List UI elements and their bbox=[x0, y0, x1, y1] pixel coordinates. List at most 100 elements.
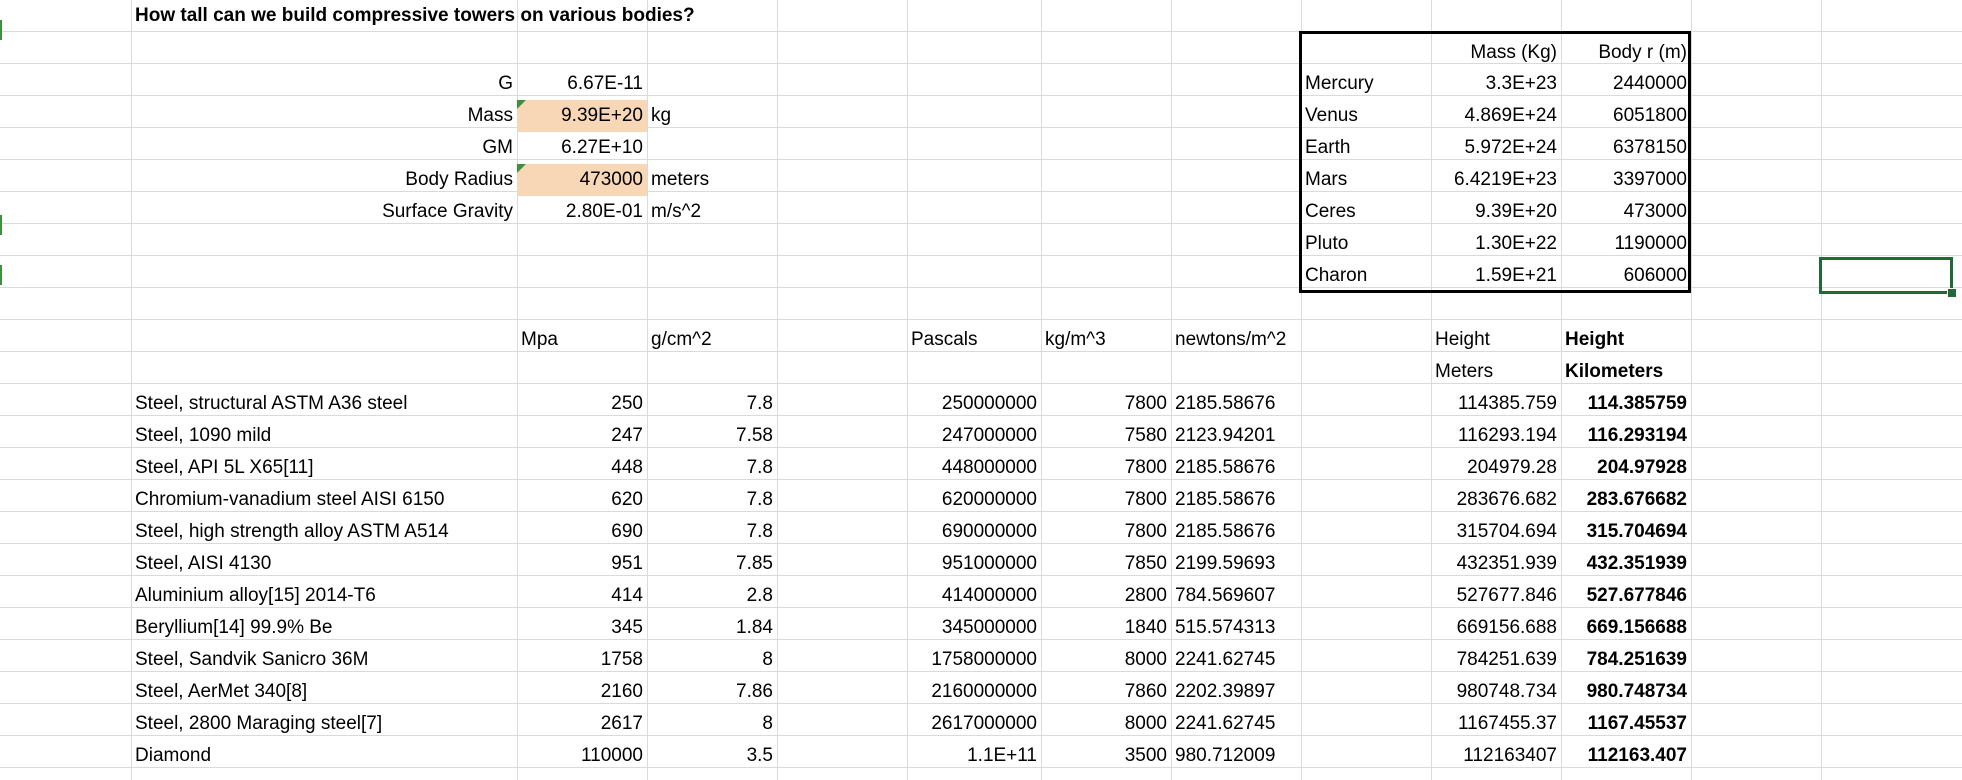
param-label[interactable]: Surface Gravity bbox=[131, 196, 517, 228]
planet-mass[interactable]: 1.59E+21 bbox=[1431, 260, 1561, 292]
param-label[interactable]: Mass bbox=[131, 100, 517, 132]
material-mpa[interactable]: 448 bbox=[517, 452, 647, 484]
material-density[interactable]: 7.8 bbox=[647, 516, 777, 548]
planet-name[interactable]: Venus bbox=[1301, 100, 1431, 132]
material-newtons[interactable]: 2185.58676 bbox=[1171, 516, 1301, 548]
param-unit[interactable]: m/s^2 bbox=[647, 196, 777, 228]
planet-name[interactable]: Charon bbox=[1301, 260, 1431, 292]
planet-mass[interactable]: 4.869E+24 bbox=[1431, 100, 1561, 132]
material-height-m[interactable]: 112163407 bbox=[1431, 740, 1561, 772]
material-pascals[interactable]: 345000000 bbox=[907, 612, 1041, 644]
material-kgm3[interactable]: 1840 bbox=[1041, 612, 1171, 644]
material-density[interactable]: 7.8 bbox=[647, 484, 777, 516]
material-name[interactable]: Diamond bbox=[131, 740, 517, 772]
material-name[interactable]: Chromium-vanadium steel AISI 6150 bbox=[131, 484, 517, 516]
param-label[interactable]: GM bbox=[131, 132, 517, 164]
material-density[interactable]: 7.85 bbox=[647, 548, 777, 580]
planet-name[interactable]: Earth bbox=[1301, 132, 1431, 164]
param-unit[interactable] bbox=[647, 132, 777, 164]
material-height-m[interactable]: 980748.734 bbox=[1431, 676, 1561, 708]
planet-name[interactable]: Ceres bbox=[1301, 196, 1431, 228]
header-height-meters-2[interactable]: Meters bbox=[1431, 356, 1561, 388]
material-newtons[interactable]: 980.712009 bbox=[1171, 740, 1301, 772]
material-density[interactable]: 7.86 bbox=[647, 676, 777, 708]
material-kgm3[interactable]: 7850 bbox=[1041, 548, 1171, 580]
material-newtons[interactable]: 2123.94201 bbox=[1171, 420, 1301, 452]
material-newtons[interactable]: 515.574313 bbox=[1171, 612, 1301, 644]
material-name[interactable]: Steel, API 5L X65[11] bbox=[131, 452, 517, 484]
header-height-km-2[interactable]: Kilometers bbox=[1561, 356, 1691, 388]
material-kgm3[interactable]: 8000 bbox=[1041, 644, 1171, 676]
material-name[interactable]: Beryllium[14] 99.9% Be bbox=[131, 612, 517, 644]
header-kgm3[interactable]: kg/m^3 bbox=[1041, 324, 1171, 356]
header-mpa[interactable]: Mpa bbox=[517, 324, 647, 356]
material-name[interactable]: Steel, Sandvik Sanicro 36M bbox=[131, 644, 517, 676]
planet-radius[interactable]: 6051800 bbox=[1561, 100, 1691, 132]
planet-radius[interactable]: 3397000 bbox=[1561, 164, 1691, 196]
material-mpa[interactable]: 2617 bbox=[517, 708, 647, 740]
planet-mass[interactable]: 1.30E+22 bbox=[1431, 228, 1561, 260]
planet-radius[interactable]: 2440000 bbox=[1561, 68, 1691, 100]
material-kgm3[interactable]: 7800 bbox=[1041, 484, 1171, 516]
material-pascals[interactable]: 951000000 bbox=[907, 548, 1041, 580]
planet-mass[interactable]: 6.4219E+23 bbox=[1431, 164, 1561, 196]
material-name[interactable]: Steel, AerMet 340[8] bbox=[131, 676, 517, 708]
material-height-km[interactable]: 980.748734 bbox=[1561, 676, 1691, 708]
param-input-cell[interactable]: 9.39E+20 bbox=[517, 100, 647, 132]
header-pascals[interactable]: Pascals bbox=[907, 324, 1041, 356]
material-newtons[interactable]: 2199.59693 bbox=[1171, 548, 1301, 580]
material-mpa[interactable]: 1758 bbox=[517, 644, 647, 676]
material-name[interactable]: Steel, 1090 mild bbox=[131, 420, 517, 452]
material-newtons[interactable]: 2241.62745 bbox=[1171, 708, 1301, 740]
material-name[interactable]: Aluminium alloy[15] 2014-T6 bbox=[131, 580, 517, 612]
material-height-m[interactable]: 204979.28 bbox=[1431, 452, 1561, 484]
material-kgm3[interactable]: 7800 bbox=[1041, 388, 1171, 420]
material-name[interactable]: Steel, 2800 Maraging steel[7] bbox=[131, 708, 517, 740]
material-height-m[interactable]: 527677.846 bbox=[1431, 580, 1561, 612]
planet-mass[interactable]: 9.39E+20 bbox=[1431, 196, 1561, 228]
material-pascals[interactable]: 620000000 bbox=[907, 484, 1041, 516]
planet-name[interactable]: Pluto bbox=[1301, 228, 1431, 260]
material-kgm3[interactable]: 8000 bbox=[1041, 708, 1171, 740]
material-height-m[interactable]: 784251.639 bbox=[1431, 644, 1561, 676]
header-height-km-1[interactable]: Height bbox=[1561, 324, 1691, 356]
planet-mass[interactable]: 3.3E+23 bbox=[1431, 68, 1561, 100]
material-height-m[interactable]: 116293.194 bbox=[1431, 420, 1561, 452]
material-height-m[interactable]: 669156.688 bbox=[1431, 612, 1561, 644]
param-unit[interactable]: meters bbox=[647, 164, 777, 196]
planet-radius[interactable]: 606000 bbox=[1561, 260, 1691, 292]
planet-radius[interactable]: 1190000 bbox=[1561, 228, 1691, 260]
material-pascals[interactable]: 1.1E+11 bbox=[907, 740, 1041, 772]
param-input-cell[interactable]: 473000 bbox=[517, 164, 647, 196]
material-height-m[interactable]: 114385.759 bbox=[1431, 388, 1561, 420]
material-pascals[interactable]: 448000000 bbox=[907, 452, 1041, 484]
material-density[interactable]: 8 bbox=[647, 708, 777, 740]
param-unit[interactable]: kg bbox=[647, 100, 777, 132]
material-newtons[interactable]: 2202.39897 bbox=[1171, 676, 1301, 708]
material-height-m[interactable]: 283676.682 bbox=[1431, 484, 1561, 516]
material-density[interactable]: 8 bbox=[647, 644, 777, 676]
material-kgm3[interactable]: 7800 bbox=[1041, 516, 1171, 548]
planet-radius-header[interactable]: Body r (m) bbox=[1561, 37, 1691, 69]
material-pascals[interactable]: 2160000000 bbox=[907, 676, 1041, 708]
material-density[interactable]: 7.8 bbox=[647, 388, 777, 420]
material-height-km[interactable]: 1167.45537 bbox=[1561, 708, 1691, 740]
material-kgm3[interactable]: 3500 bbox=[1041, 740, 1171, 772]
material-density[interactable]: 7.58 bbox=[647, 420, 777, 452]
planet-name[interactable]: Mars bbox=[1301, 164, 1431, 196]
planet-name[interactable]: Mercury bbox=[1301, 68, 1431, 100]
material-height-km[interactable]: 112163.407 bbox=[1561, 740, 1691, 772]
header-height-meters-1[interactable]: Height bbox=[1431, 324, 1561, 356]
material-mpa[interactable]: 345 bbox=[517, 612, 647, 644]
material-height-km[interactable]: 116.293194 bbox=[1561, 420, 1691, 452]
material-pascals[interactable]: 1758000000 bbox=[907, 644, 1041, 676]
material-mpa[interactable]: 620 bbox=[517, 484, 647, 516]
material-pascals[interactable]: 414000000 bbox=[907, 580, 1041, 612]
material-kgm3[interactable]: 7580 bbox=[1041, 420, 1171, 452]
material-height-m[interactable]: 1167455.37 bbox=[1431, 708, 1561, 740]
material-kgm3[interactable]: 7860 bbox=[1041, 676, 1171, 708]
param-unit[interactable] bbox=[647, 68, 777, 100]
material-kgm3[interactable]: 2800 bbox=[1041, 580, 1171, 612]
material-mpa[interactable]: 690 bbox=[517, 516, 647, 548]
material-name[interactable]: Steel, AISI 4130 bbox=[131, 548, 517, 580]
